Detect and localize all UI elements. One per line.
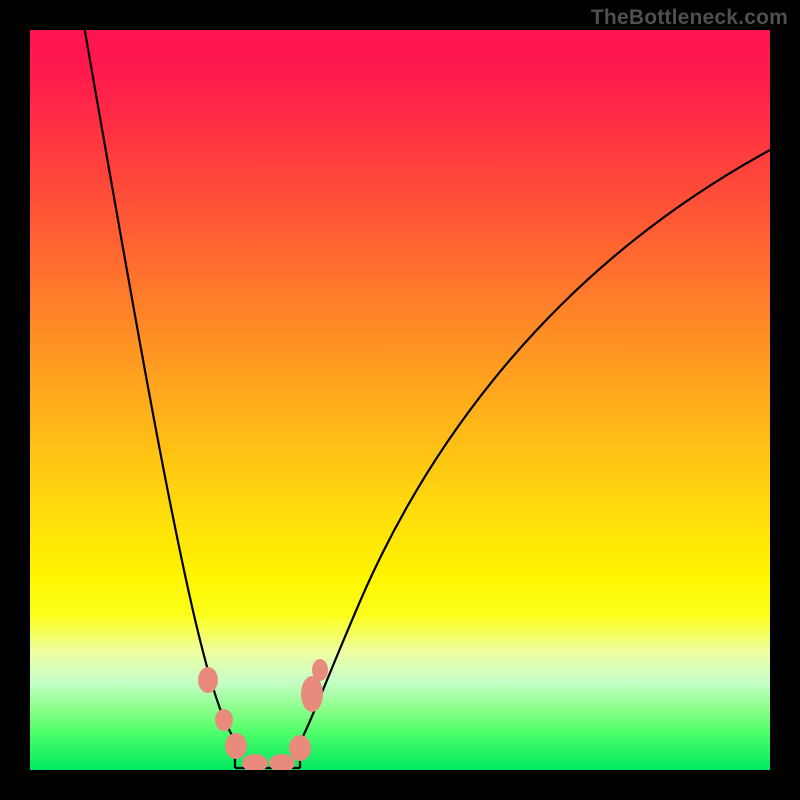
chart-frame: TheBottleneck.com: [0, 0, 800, 800]
watermark: TheBottleneck.com: [591, 6, 788, 30]
valley-markers: [198, 659, 328, 770]
plot-area: [30, 30, 770, 770]
bottleneck-curve: [30, 30, 770, 770]
